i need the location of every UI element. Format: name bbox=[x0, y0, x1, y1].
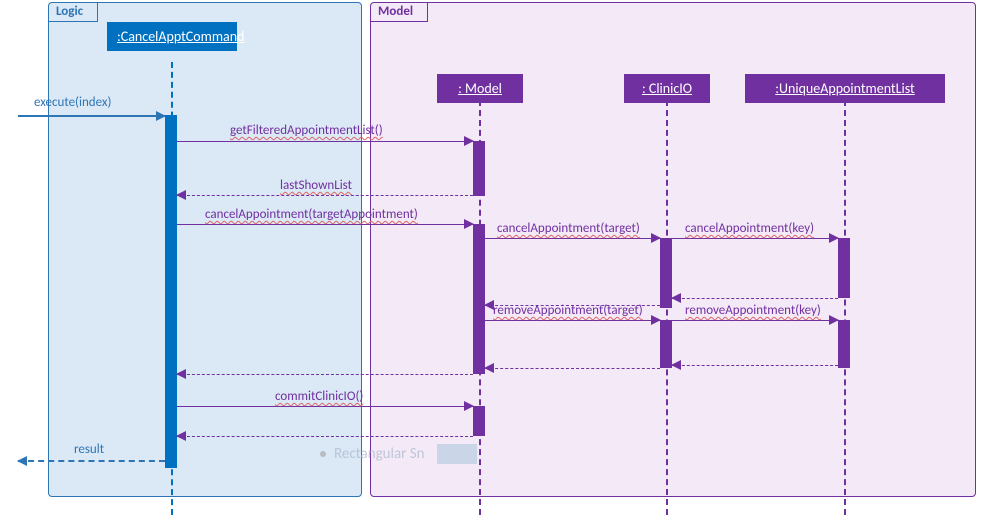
watermark-text: Rectangular Sn bbox=[334, 445, 425, 463]
lifeline-head-clinicio: : ClinicIO bbox=[624, 74, 710, 103]
msg-cancel-key bbox=[672, 238, 838, 239]
lifeline-ual bbox=[844, 100, 846, 515]
lifeline-label: : Model bbox=[458, 80, 502, 97]
activation-model-2 bbox=[473, 224, 485, 374]
msg-remove-key-label: removeAppointment(key) bbox=[685, 303, 821, 318]
msg-commit-label: commitClinicIO() bbox=[275, 389, 363, 404]
msg-result bbox=[18, 460, 165, 462]
activation-cmd bbox=[165, 115, 177, 468]
msg-remove-key bbox=[672, 320, 838, 321]
msg-return-ual-2 bbox=[672, 365, 838, 366]
msg-cancel-target-appt-label: cancelAppointment(targetAppointment) bbox=[205, 207, 418, 222]
msg-cancel-target-label: cancelAppointment(target) bbox=[497, 221, 640, 236]
msg-commit bbox=[177, 406, 473, 407]
model-frame-label: Model bbox=[370, 2, 428, 22]
watermark: Rectangular Sn bbox=[320, 444, 477, 464]
lifeline-label: :UniqueAppointmentList bbox=[775, 80, 914, 97]
activation-ual-1 bbox=[838, 238, 850, 298]
msg-get-filtered-label: getFilteredAppointmentList() bbox=[230, 123, 383, 138]
lifeline-head-ual: :UniqueAppointmentList bbox=[745, 74, 945, 103]
msg-cancel-key-label: cancelAppointment(key) bbox=[685, 221, 814, 236]
msg-last-shown-label: lastShownList bbox=[280, 178, 352, 193]
msg-remove-target-label: removeAppointment(target) bbox=[493, 303, 643, 318]
activation-model-1 bbox=[473, 141, 485, 196]
msg-last-shown bbox=[177, 195, 473, 196]
lifeline-head-model: : Model bbox=[437, 74, 523, 103]
logic-frame: Logic bbox=[48, 2, 362, 497]
msg-execute-label: execute(index) bbox=[34, 95, 111, 110]
msg-cancel-target bbox=[485, 238, 660, 239]
msg-return-model bbox=[177, 374, 473, 375]
activation-model-3 bbox=[473, 406, 485, 436]
lifeline-label: :CancelApptCommand bbox=[117, 28, 244, 45]
lifeline-label: : ClinicIO bbox=[642, 80, 692, 97]
activation-ual-2 bbox=[838, 320, 850, 368]
watermark-cut bbox=[437, 444, 477, 464]
bullet-icon bbox=[320, 451, 326, 457]
msg-remove-target bbox=[485, 320, 660, 321]
msg-get-filtered bbox=[177, 141, 473, 142]
msg-execute bbox=[18, 115, 165, 117]
logic-frame-label: Logic bbox=[48, 2, 98, 22]
msg-return-ual-1 bbox=[672, 298, 838, 299]
msg-result-label: result bbox=[74, 442, 104, 457]
msg-return-commit bbox=[177, 436, 473, 437]
lifeline-head-cancel-command: :CancelApptCommand bbox=[107, 22, 237, 51]
msg-cancel-target-appt bbox=[177, 224, 473, 225]
msg-return-clinicio-2 bbox=[485, 368, 660, 369]
